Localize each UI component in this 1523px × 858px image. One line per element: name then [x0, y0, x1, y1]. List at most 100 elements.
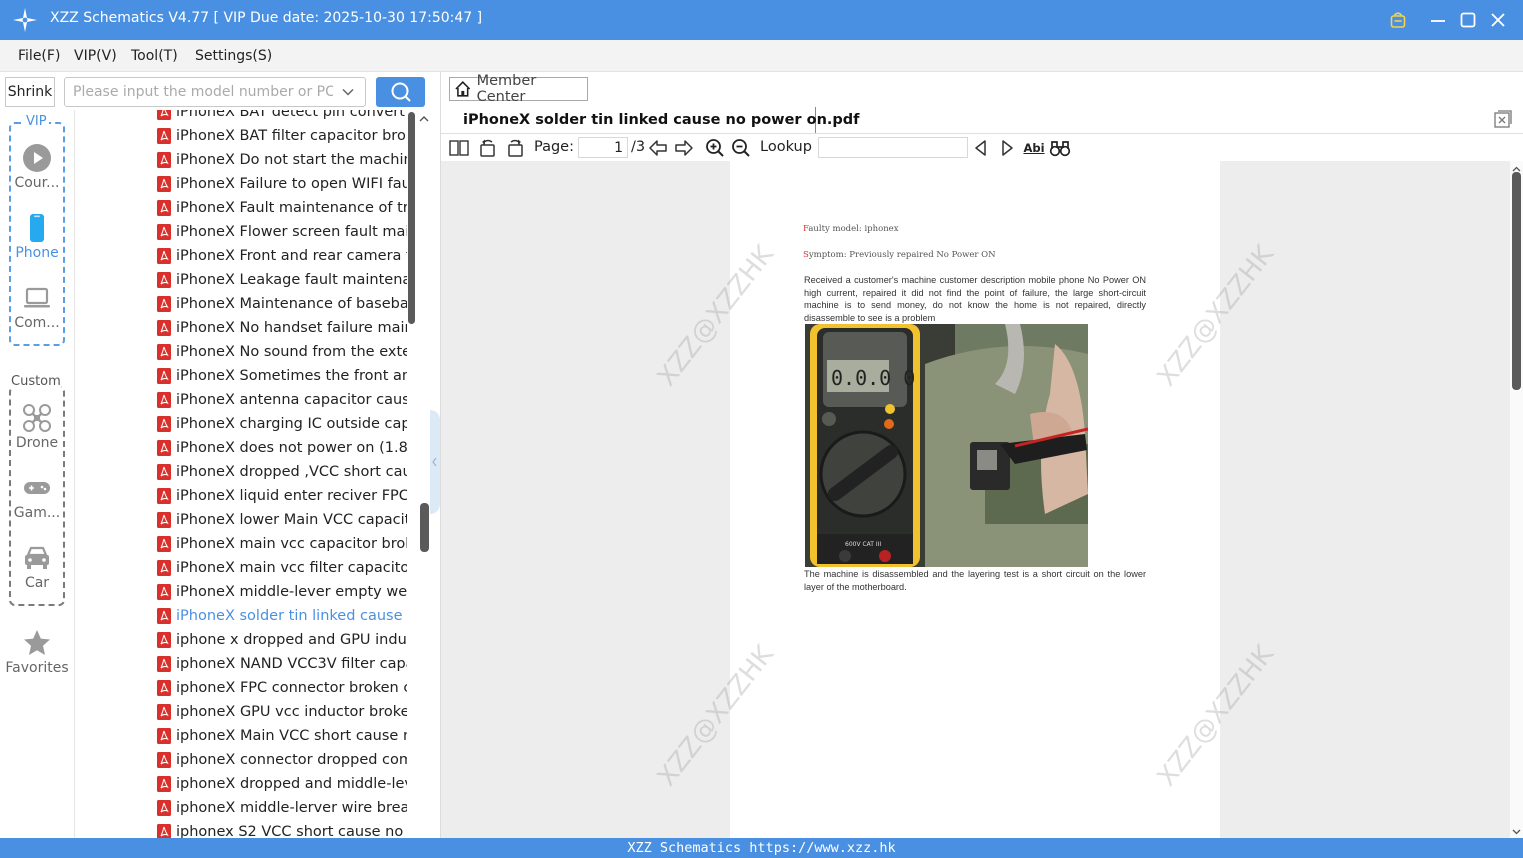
file-list-item[interactable]: iPhoneX main vcc capacitor broker [157, 532, 407, 556]
file-list-item[interactable]: iPhoneX charging IC outside capac [157, 412, 407, 436]
viewer-scrollbar-thumb[interactable] [1512, 172, 1521, 390]
zoom-out-button[interactable] [730, 138, 752, 158]
file-list-item[interactable]: iPhoneX does not power on (1.8v s [157, 436, 407, 460]
nav-item-courses[interactable]: Cour... [5, 143, 69, 191]
pdf-file-icon [157, 224, 171, 240]
find-previous-button[interactable] [970, 138, 992, 158]
previous-page-button[interactable] [647, 138, 669, 158]
file-name: iphoneX connector dropped comp [176, 752, 407, 768]
nav-item-games[interactable]: Gam... [5, 473, 69, 521]
file-list-item[interactable]: iphoneX Main VCC short cause no [157, 724, 407, 748]
lookup-input[interactable] [818, 137, 968, 158]
file-list-item[interactable]: iPhoneX solder tin linked cause nc [157, 604, 407, 628]
pdf-file-icon [157, 512, 171, 528]
find-next-button[interactable] [996, 138, 1018, 158]
file-list-item[interactable]: iPhoneX No handset failure maint [157, 316, 407, 340]
file-list-item[interactable]: iphone x dropped and GPU induct [157, 628, 407, 652]
nav-item-phone[interactable]: Phone [5, 213, 69, 261]
search-button[interactable] [376, 77, 425, 107]
file-list-item[interactable]: iPhoneX Sometimes the front and [157, 364, 407, 388]
file-list-item[interactable]: iphoneX FPC connector broken cai [157, 676, 407, 700]
file-list-item[interactable]: iPhoneX Failure to open WIFI fault [157, 172, 407, 196]
nav-label-courses: Cour... [14, 175, 60, 191]
rotate-right-icon [508, 139, 523, 157]
star-icon [24, 630, 50, 655]
toggle-sidebar-button[interactable] [448, 138, 470, 158]
file-name: iPhoneX Leakage fault maintenan [176, 272, 407, 288]
menu-vip[interactable]: VIP(V) [74, 48, 117, 64]
pdf-file-icon [157, 416, 171, 432]
file-name: iPhoneX does not power on (1.8v s [176, 440, 407, 456]
file-list-item[interactable]: iPhoneX middle-lever empty weld [157, 580, 407, 604]
next-page-button[interactable] [673, 138, 695, 158]
file-list-item[interactable]: iphonex S2 VCC short cause no ser [157, 820, 407, 838]
file-list-item[interactable]: iphoneX NAND VCC3V filter capac [157, 652, 407, 676]
nav-item-computer[interactable]: Com... [5, 283, 69, 331]
close-button[interactable] [1486, 8, 1510, 32]
file-list-item[interactable]: iphoneX dropped and middle-leve [157, 772, 407, 796]
search-input[interactable] [73, 82, 333, 102]
pdf-file-icon [157, 152, 171, 168]
pdf-viewer[interactable]: Faulty model: iphonex Symptom: Previousl… [441, 161, 1523, 838]
file-list-panel: iPhoneX BAT detect pin convert the iPhone… [74, 110, 430, 838]
menu-tool[interactable]: Tool(T) [131, 48, 178, 64]
file-list-item[interactable]: iPhoneX liquid enter reciver FPC cc [157, 484, 407, 508]
nav-item-car[interactable]: Car [5, 543, 69, 591]
scroll-down-arrow-icon[interactable] [1510, 826, 1523, 838]
find-all-button[interactable] [1049, 138, 1071, 158]
file-list-item[interactable]: iPhoneX main vcc filter capacitor b [157, 556, 407, 580]
lookup-label: Lookup [760, 139, 812, 155]
symptom-rest: ymptom: Previously repaired No Power ON [808, 250, 996, 260]
list-scrollbar-thumb[interactable] [420, 503, 429, 552]
nav-item-favorites[interactable]: Favorites [5, 628, 69, 676]
file-list-item[interactable]: iPhoneX Do not start the machine [157, 148, 407, 172]
search-icon [391, 82, 411, 102]
file-list-item[interactable]: iPhoneX Maintenance of baseban [157, 292, 407, 316]
menu-file[interactable]: File(F) [18, 48, 60, 64]
maximize-button[interactable] [1456, 8, 1480, 32]
file-list-item[interactable]: iPhoneX Leakage fault maintenan [157, 268, 407, 292]
file-list-item[interactable]: iPhoneX antenna capacitor cause | [157, 388, 407, 412]
file-name: iPhoneX BAT filter capacitor broke [176, 128, 407, 144]
file-list-item[interactable]: iphoneX middle-lerver wire break ( [157, 796, 407, 820]
zoom-out-icon [732, 139, 750, 157]
file-list-item[interactable]: iphoneX connector dropped comp [157, 748, 407, 772]
chevron-left-icon [432, 457, 437, 467]
minimize-button[interactable] [1426, 8, 1450, 32]
page-number-input[interactable] [578, 137, 628, 158]
rotate-left-button[interactable] [477, 138, 499, 158]
file-list-item[interactable]: iPhoneX Front and rear camera fac [157, 244, 407, 268]
nav-item-drone[interactable]: Drone [5, 403, 69, 451]
file-list-item[interactable]: iPhoneX BAT filter capacitor broke [157, 124, 407, 148]
file-list-item[interactable]: iPhoneX BAT detect pin convert the [157, 110, 407, 124]
file-list-item[interactable]: iPhoneX Flower screen fault maint [157, 220, 407, 244]
file-list-item[interactable]: iPhoneX No sound from the exterr [157, 340, 407, 364]
file-name: iPhoneX No handset failure maint [176, 320, 407, 336]
pdf-file-icon [157, 824, 171, 838]
close-tab-icon[interactable] [1494, 110, 1512, 128]
nav-label-games: Gam... [13, 505, 61, 521]
file-name: iPhoneX solder tin linked cause nc [176, 608, 407, 624]
zoom-in-button[interactable] [704, 138, 726, 158]
file-list-item[interactable]: iPhoneX dropped ,VCC short cause [157, 460, 407, 484]
file-name: iPhoneX Front and rear camera fac [176, 248, 407, 264]
shrink-button[interactable]: Shrink [5, 77, 55, 107]
list-scrollbar-thumb-inner[interactable] [408, 112, 415, 324]
file-list-item[interactable]: iphoneX GPU vcc inductor broken [157, 700, 407, 724]
pdf-file-icon [157, 536, 171, 552]
chevron-down-icon[interactable] [341, 85, 355, 99]
menu-settings[interactable]: Settings(S) [195, 48, 272, 64]
rotate-right-button[interactable] [504, 138, 526, 158]
file-list-item[interactable]: iPhoneX Fault maintenance of trig [157, 196, 407, 220]
match-case-button[interactable]: Abi [1023, 138, 1045, 158]
vip-bag-button[interactable] [1386, 8, 1410, 32]
document-tab[interactable]: iPhoneX solder tin linked cause no power… [448, 107, 859, 133]
member-center-button[interactable]: Member Center [449, 73, 588, 105]
scroll-up-arrow-icon[interactable] [418, 113, 430, 125]
page-label: Page: [534, 139, 574, 155]
file-list-item[interactable]: iPhoneX lower Main VCC capacitor [157, 508, 407, 532]
two-page-icon [449, 140, 469, 156]
model-search-combobox[interactable] [64, 77, 366, 107]
nav-label-drone: Drone [15, 435, 59, 451]
panel-collapse-handle[interactable] [430, 410, 440, 514]
